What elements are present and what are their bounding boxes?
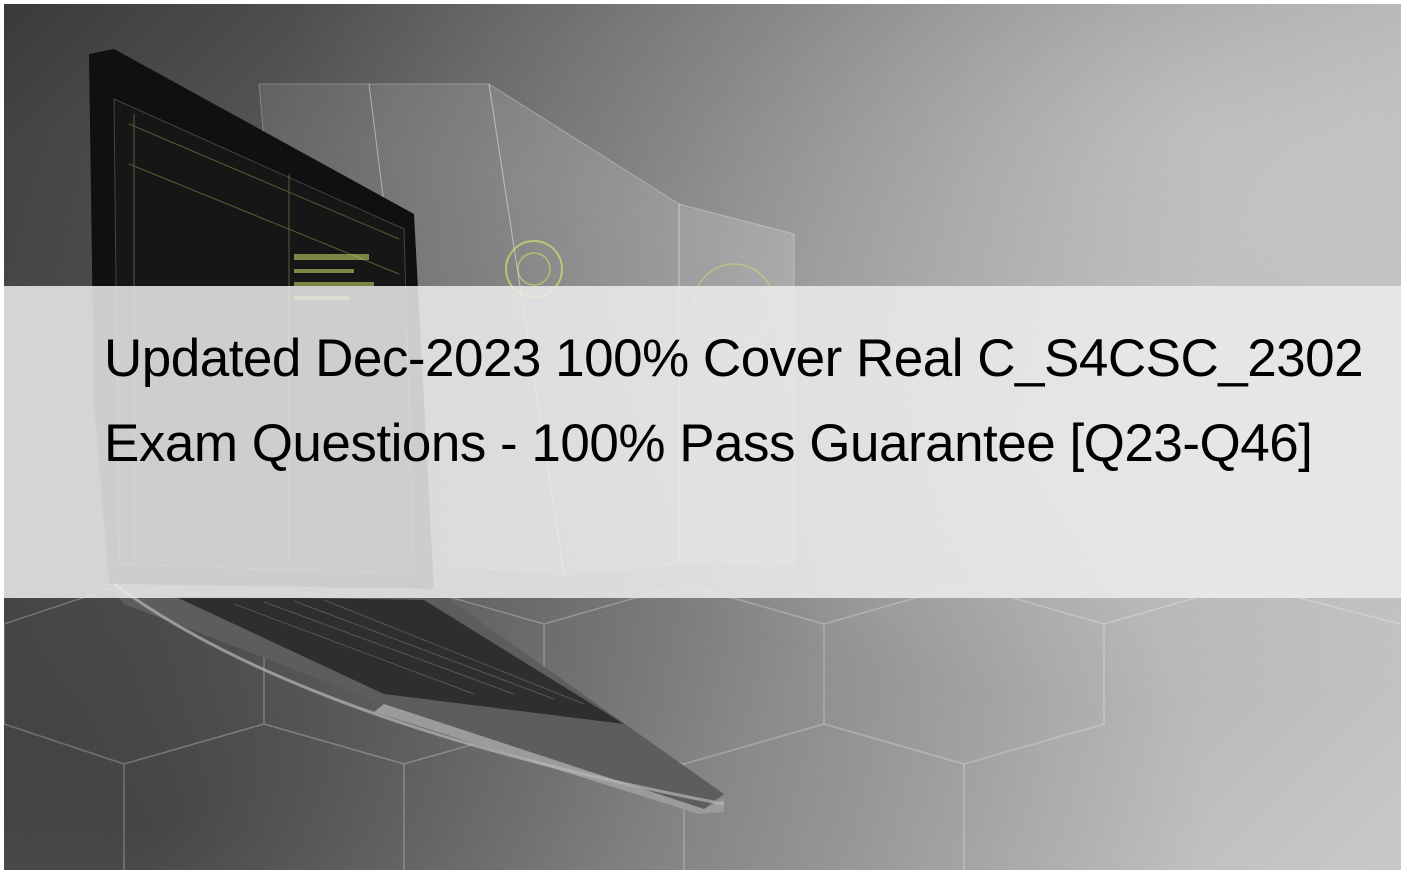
featured-image: Updated Dec-2023 100% Cover Real C_S4CSC… bbox=[4, 4, 1401, 870]
post-title: Updated Dec-2023 100% Cover Real C_S4CSC… bbox=[104, 329, 1364, 473]
